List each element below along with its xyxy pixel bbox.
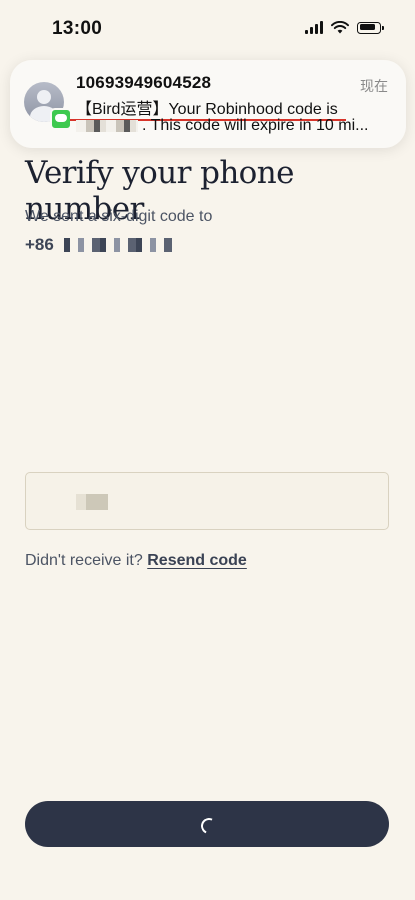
status-icons <box>305 21 384 34</box>
notification-message-line1: 【Bird运营】Your Robinhood code is <box>76 95 338 119</box>
notification-message-highlight: Your Robinhood code is <box>168 101 338 118</box>
resend-prompt: Didn't receive it? Resend code <box>25 552 247 570</box>
redacted-phone-number <box>63 238 172 252</box>
subtitle: We sent a six-digit code to <box>25 208 213 225</box>
cellular-signal-icon <box>305 21 323 34</box>
notification-sender: 10693949604528 <box>76 73 212 92</box>
notification-time: 现在 <box>360 78 388 94</box>
status-time: 13:00 <box>52 18 103 39</box>
message-notification-banner[interactable]: 10693949604528 现在 【Bird运营】Your Robinhood… <box>10 60 406 148</box>
redacted-code <box>76 119 138 132</box>
notification-message-line2: . This code will expire in 10 mi... <box>76 117 368 135</box>
resend-prefix: Didn't receive it? <box>25 552 143 569</box>
notification-message-rest: . This code will expire in 10 mi... <box>142 117 369 134</box>
resend-code-link[interactable]: Resend code <box>147 552 247 569</box>
submit-button[interactable] <box>25 801 389 847</box>
redacted-code-entry <box>46 494 108 510</box>
loading-spinner-icon <box>198 815 220 837</box>
battery-icon <box>357 21 384 34</box>
wifi-icon <box>331 21 349 34</box>
phone-number: +86 <box>25 235 172 255</box>
notification-message-prefix: 【Bird运营】 <box>76 101 169 118</box>
status-bar: 13:00 <box>0 0 415 60</box>
messages-icon <box>50 108 72 130</box>
country-code: +86 <box>25 235 54 254</box>
